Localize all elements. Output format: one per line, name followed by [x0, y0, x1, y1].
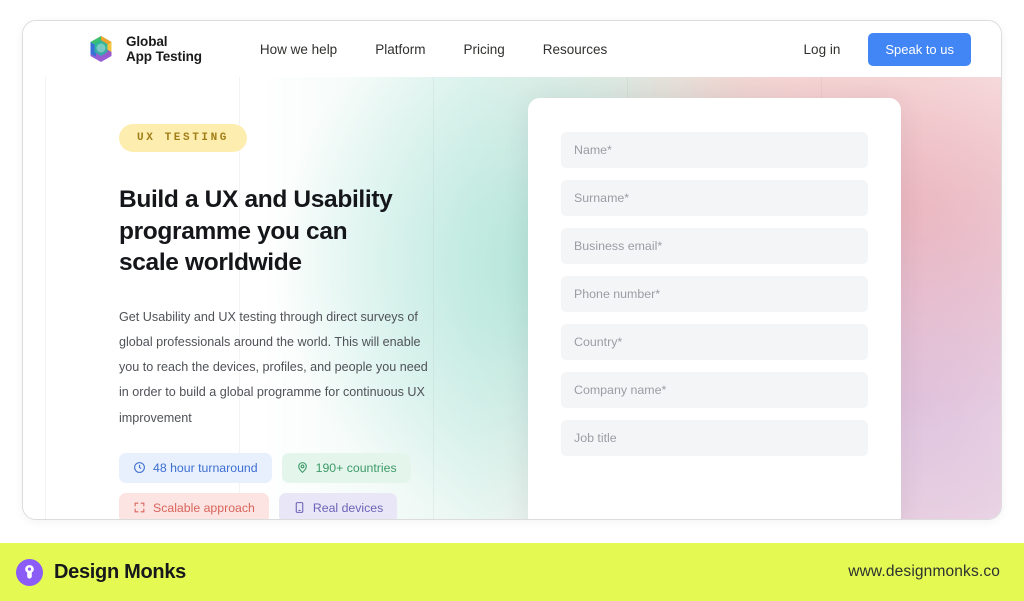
- speak-to-us-button[interactable]: Speak to us: [868, 32, 971, 66]
- phone-number-input[interactable]: [561, 276, 868, 312]
- brand-logo-link[interactable]: Global App Testing: [85, 33, 202, 65]
- clock-icon: [133, 461, 146, 474]
- country-input[interactable]: [561, 324, 868, 360]
- hero-copy-column: UX TESTING Build a UX and Usability prog…: [23, 77, 528, 519]
- header-actions: Log in Speak to us: [804, 32, 971, 66]
- main-navigation: How we help Platform Pricing Resources: [260, 42, 607, 57]
- chip-real-devices: Real devices: [278, 492, 398, 519]
- footer-brand: Design Monks: [16, 558, 186, 586]
- chip-label: 190+ countries: [315, 460, 397, 475]
- chip-label: Scalable approach: [153, 500, 255, 515]
- global-app-testing-hexagon-logo: [85, 33, 117, 65]
- mobile-device-icon: [293, 501, 306, 514]
- chip-label: Real devices: [312, 500, 384, 515]
- chip-48-hour-turnaround: 48 hour turnaround: [119, 452, 272, 483]
- contact-form-card: [528, 98, 901, 519]
- browser-window: Global App Testing How we help Platform …: [22, 20, 1002, 520]
- site-header: Global App Testing How we help Platform …: [23, 21, 1001, 77]
- business-email-input[interactable]: [561, 228, 868, 264]
- location-pin-icon: [296, 461, 309, 474]
- footer-website-url: www.designmonks.co: [848, 563, 1000, 580]
- expand-arrows-icon: [133, 501, 146, 514]
- footer-brand-name: Design Monks: [54, 560, 186, 583]
- hero-form-column: [528, 77, 1001, 519]
- hero-section: UX TESTING Build a UX and Usability prog…: [23, 77, 1001, 519]
- design-monks-circular-logo: [16, 558, 43, 586]
- ux-testing-badge: UX TESTING: [119, 124, 248, 152]
- design-monks-footer-banner: Design Monks www.designmonks.co: [0, 543, 1024, 601]
- job-title-input[interactable]: [561, 420, 868, 456]
- surname-input[interactable]: [561, 180, 868, 216]
- chip-190-plus-countries: 190+ countries: [281, 452, 411, 483]
- login-link[interactable]: Log in: [804, 42, 841, 57]
- company-name-input[interactable]: [561, 372, 868, 408]
- hero-description: Get Usability and UX testing through dir…: [119, 309, 428, 425]
- feature-chip-list: 48 hour turnaround 190+ countries Scalab…: [119, 452, 449, 519]
- name-input[interactable]: [561, 132, 868, 168]
- nav-item-how-we-help[interactable]: How we help: [260, 42, 337, 57]
- page-title: Build a UX and Usability programme you c…: [119, 186, 393, 277]
- nav-item-pricing[interactable]: Pricing: [463, 42, 504, 57]
- brand-name-text: Global App Testing: [126, 33, 202, 64]
- chip-label: 48 hour turnaround: [153, 460, 258, 475]
- chip-scalable-approach: Scalable approach: [119, 492, 269, 519]
- nav-item-platform[interactable]: Platform: [375, 42, 425, 57]
- nav-item-resources[interactable]: Resources: [543, 42, 608, 57]
